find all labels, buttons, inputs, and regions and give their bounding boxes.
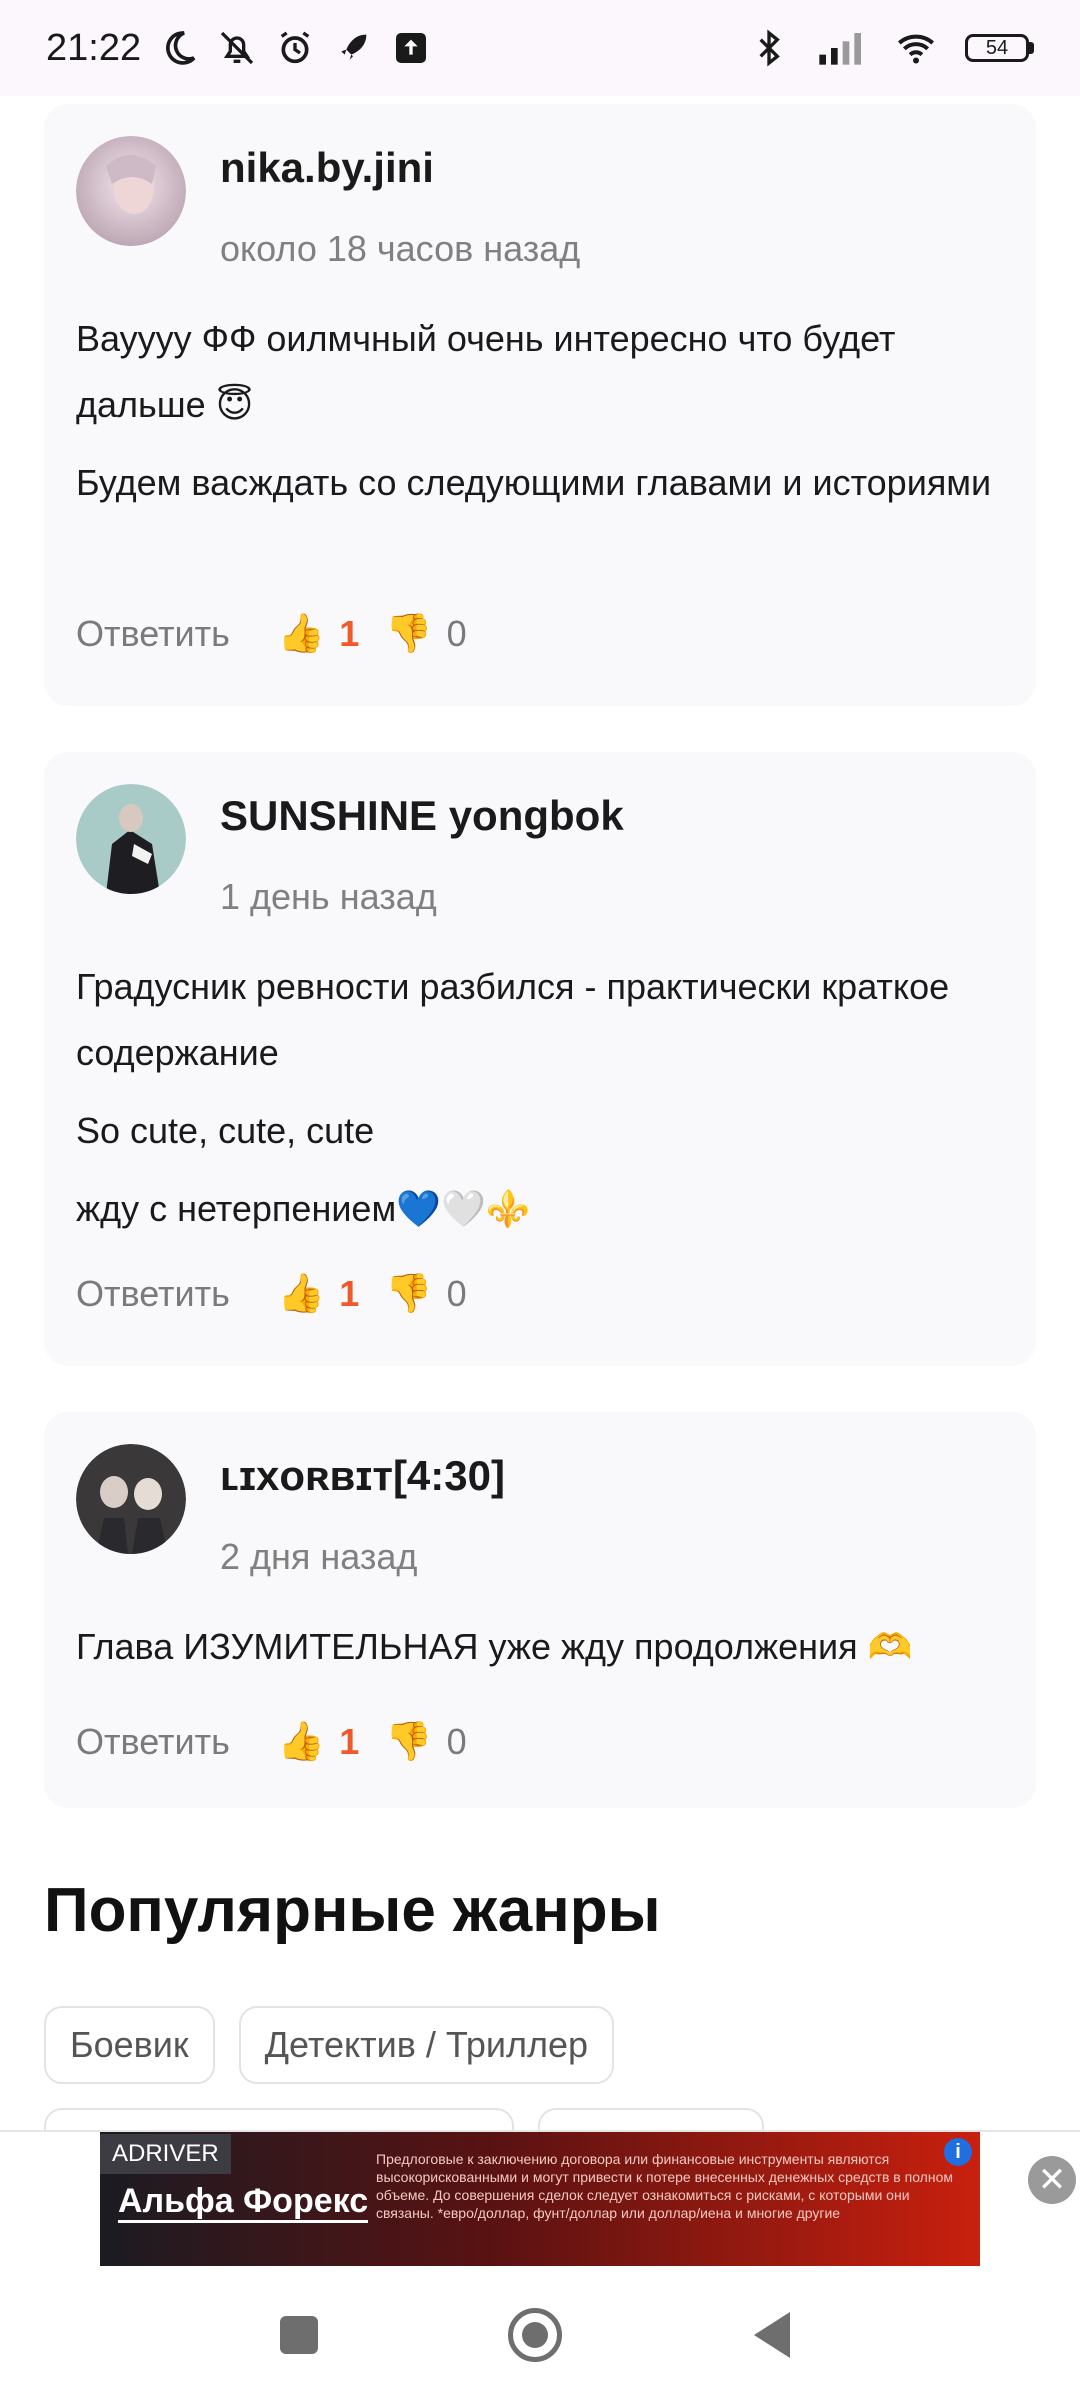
- comment-author[interactable]: ʟɪxᴏʀʙɪᴛ[4:30]: [220, 1452, 505, 1500]
- comment-actions: Ответить 👍 1 👎 0: [76, 1720, 467, 1764]
- signal-icon: [819, 33, 861, 65]
- genre-chips: Боевик Детектив / Триллер: [44, 2006, 615, 2084]
- status-bar: 21:22 54: [0, 0, 1080, 96]
- user-avatar[interactable]: [76, 1444, 186, 1554]
- like-count: 1: [339, 1273, 360, 1314]
- battery-tip: [1029, 42, 1034, 54]
- comment-card: ʟɪxᴏʀʙɪᴛ[4:30] 2 дня назад Глава ИЗУМИТЕ…: [44, 1412, 1036, 1808]
- dislike-button[interactable]: 👎 0: [385, 1272, 466, 1316]
- ad-tag: ADRIVER: [100, 2134, 231, 2174]
- like-count: 1: [339, 613, 360, 654]
- comment-paragraph: Будем васждать со следующими главами и и…: [76, 462, 992, 503]
- dislike-button[interactable]: 👎 0: [385, 612, 466, 656]
- like-button[interactable]: 👍 1: [278, 1272, 359, 1316]
- user-avatar[interactable]: [76, 784, 186, 894]
- dislike-count: 0: [446, 1273, 467, 1314]
- comment-paragraph: Глава ИЗУМИТЕЛЬНАЯ уже жду продолжения 🫶: [76, 1626, 913, 1667]
- like-count: 1: [339, 1721, 360, 1762]
- close-ad-button[interactable]: ✕: [1028, 2156, 1076, 2204]
- alarm-icon: [280, 31, 310, 64]
- comment-text: Ваууyy ФФ оилмчный очень интересно что б…: [76, 306, 1004, 528]
- comment-paragraph: жду с нетерпением💙🤍⚜️: [76, 1188, 531, 1229]
- reply-button[interactable]: Ответить: [76, 1273, 230, 1315]
- notifications-off-icon: [220, 31, 254, 65]
- like-button[interactable]: 👍 1: [278, 612, 359, 656]
- comment-paragraph: Ваууyy ФФ оилмчный очень интересно что б…: [76, 318, 896, 425]
- moon-icon: [166, 31, 196, 65]
- comment-card: nika.by.jini около 18 часов назад Ваууyy…: [44, 104, 1036, 706]
- ad-brand: Альфа Форекс: [118, 2182, 369, 2223]
- thumbs-up-icon: 👍: [277, 613, 326, 655]
- battery-level: 54: [965, 34, 1029, 62]
- wifi-icon: [898, 34, 934, 64]
- comment-actions: Ответить 👍 1 👎 0: [76, 612, 467, 656]
- comment-text: Глава ИЗУМИТЕЛЬНАЯ уже жду продолжения 🫶: [76, 1614, 1004, 1692]
- bluetooth-icon: [759, 29, 780, 67]
- user-avatar[interactable]: [76, 136, 186, 246]
- rocket-icon: [341, 34, 367, 60]
- status-time: 21:22: [46, 26, 142, 69]
- comment-time: около 18 часов назад: [220, 228, 581, 269]
- comment-text: Градусник ревности разбился - практическ…: [76, 954, 1004, 1254]
- comment-paragraph: Градусник ревности разбился - практическ…: [76, 966, 950, 1073]
- comment-time: 2 дня назад: [220, 1536, 418, 1577]
- thumbs-down-icon: 👎: [385, 1721, 433, 1763]
- thumbs-up-icon: 👍: [277, 1721, 326, 1763]
- like-button[interactable]: 👍 1: [278, 1720, 359, 1764]
- battery-indicator: 54: [965, 34, 1034, 62]
- thumbs-down-icon: 👎: [385, 613, 433, 655]
- dislike-count: 0: [446, 1721, 467, 1762]
- dislike-button[interactable]: 👎 0: [385, 1720, 466, 1764]
- reply-button[interactable]: Ответить: [76, 613, 230, 655]
- home-button[interactable]: [508, 2308, 562, 2362]
- comment-card: SUNSHINE yongbok 1 день назад Градусник …: [44, 752, 1036, 1366]
- thumbs-up-icon: 👍: [277, 1273, 326, 1315]
- thumbs-down-icon: 👎: [385, 1273, 433, 1315]
- dislike-count: 0: [446, 613, 467, 654]
- genre-chip[interactable]: Детектив / Триллер: [238, 2006, 615, 2084]
- comment-time: 1 день назад: [220, 876, 437, 917]
- info-icon[interactable]: i: [944, 2138, 972, 2166]
- comment-author[interactable]: SUNSHINE yongbok: [220, 792, 624, 840]
- comment-author[interactable]: nika.by.jini: [220, 144, 434, 192]
- ad-brand-text: Альфа Форекс: [118, 2182, 369, 2223]
- recents-button[interactable]: [280, 2316, 318, 2354]
- back-button[interactable]: [754, 2312, 790, 2358]
- ad-disclaimer: Предлоговые к заключению договора или фи…: [376, 2151, 953, 2221]
- reply-button[interactable]: Ответить: [76, 1721, 230, 1763]
- upload-icon: [396, 33, 427, 63]
- comment-paragraph: So cute, cute, cute: [76, 1110, 375, 1151]
- home-dot: [522, 2322, 548, 2348]
- genre-chip[interactable]: Боевик: [44, 2006, 215, 2084]
- comment-actions: Ответить 👍 1 👎 0: [76, 1272, 467, 1316]
- section-title: Популярные жанры: [44, 1876, 661, 1945]
